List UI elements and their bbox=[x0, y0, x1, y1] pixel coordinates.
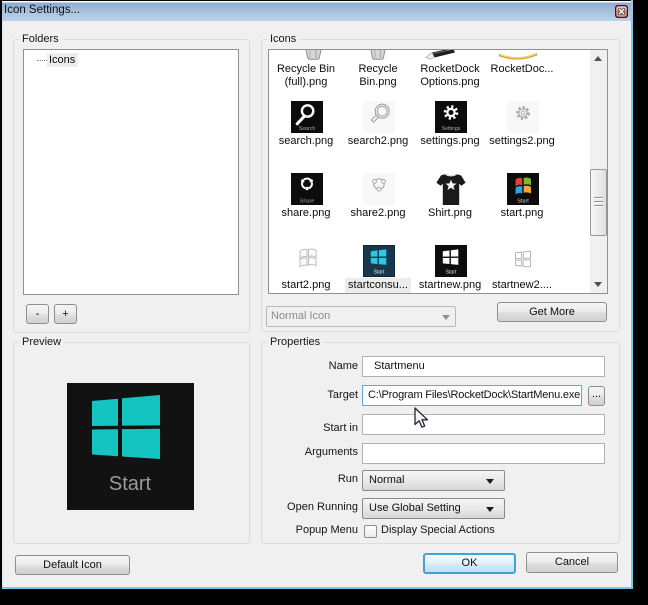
svg-text:Share: Share bbox=[300, 199, 315, 205]
svg-text:Start: Start bbox=[517, 199, 529, 205]
svg-text:Start: Start bbox=[109, 473, 152, 495]
svg-text:Settings: Settings bbox=[442, 126, 461, 132]
svg-text:Start: Start bbox=[446, 270, 458, 276]
svg-text:Search: Search bbox=[299, 126, 316, 132]
svg-text:Start: Start bbox=[374, 270, 386, 276]
